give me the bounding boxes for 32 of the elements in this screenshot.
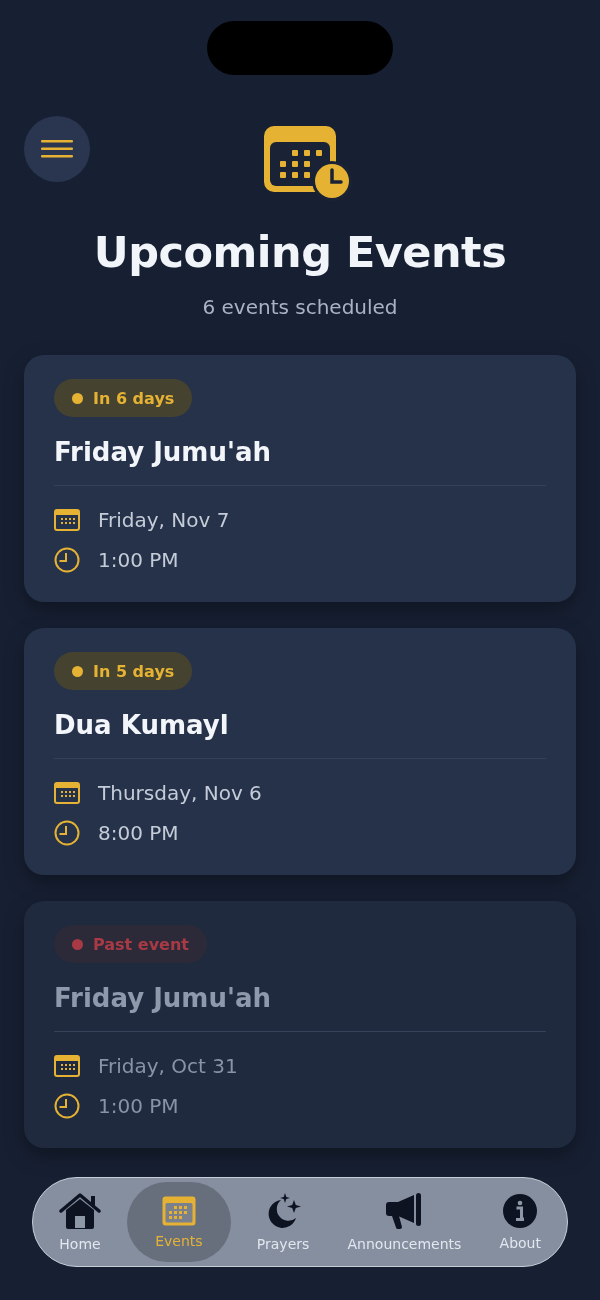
event-time: 1:00 PM xyxy=(98,1094,179,1118)
clock-icon xyxy=(54,820,80,846)
status-badge: In 5 days xyxy=(54,652,193,690)
event-card[interactable]: Past event Friday Jumu'ah Friday, Oct 31 1:00 PM xyxy=(24,901,576,1148)
calendar-icon xyxy=(160,1195,197,1227)
tab[interactable]: About xyxy=(487,1182,553,1262)
tab[interactable]: Home xyxy=(47,1182,113,1262)
event-time: 1:00 PM xyxy=(98,548,179,572)
tab[interactable]: Announcements xyxy=(335,1182,474,1262)
menu-icon xyxy=(41,138,73,160)
info-icon xyxy=(502,1193,539,1229)
status-badge: In 6 days xyxy=(54,379,193,417)
house-icon xyxy=(59,1192,101,1230)
event-date: Friday, Nov 7 xyxy=(98,508,230,532)
event-date: Friday, Oct 31 xyxy=(98,1054,238,1078)
clock-icon xyxy=(54,547,80,573)
event-date: Thursday, Nov 6 xyxy=(98,781,262,805)
calendar-icon xyxy=(54,782,80,804)
event-card[interactable]: In 6 days Friday Jumu'ah Friday, Nov 7 1:00 PM xyxy=(24,355,576,602)
tab[interactable]: Prayers xyxy=(244,1182,322,1262)
page-title: Upcoming Events xyxy=(93,227,507,277)
event-title: Friday Jumu'ah xyxy=(54,437,272,467)
event-title: Friday Jumu'ah xyxy=(54,983,272,1013)
calendar-icon xyxy=(54,1055,80,1077)
clock-icon xyxy=(54,1093,80,1119)
event-title: Dua Kumayl xyxy=(54,710,230,740)
event-card[interactable]: In 5 days Dua Kumayl Thursday, Nov 6 8:00 PM xyxy=(24,628,576,875)
tab[interactable]: Events xyxy=(127,1182,231,1262)
status-badge: Past event xyxy=(54,925,207,963)
event-time: 8:00 PM xyxy=(98,821,179,845)
events-count: 6 events scheduled xyxy=(202,295,398,319)
calendar-icon xyxy=(54,509,80,531)
